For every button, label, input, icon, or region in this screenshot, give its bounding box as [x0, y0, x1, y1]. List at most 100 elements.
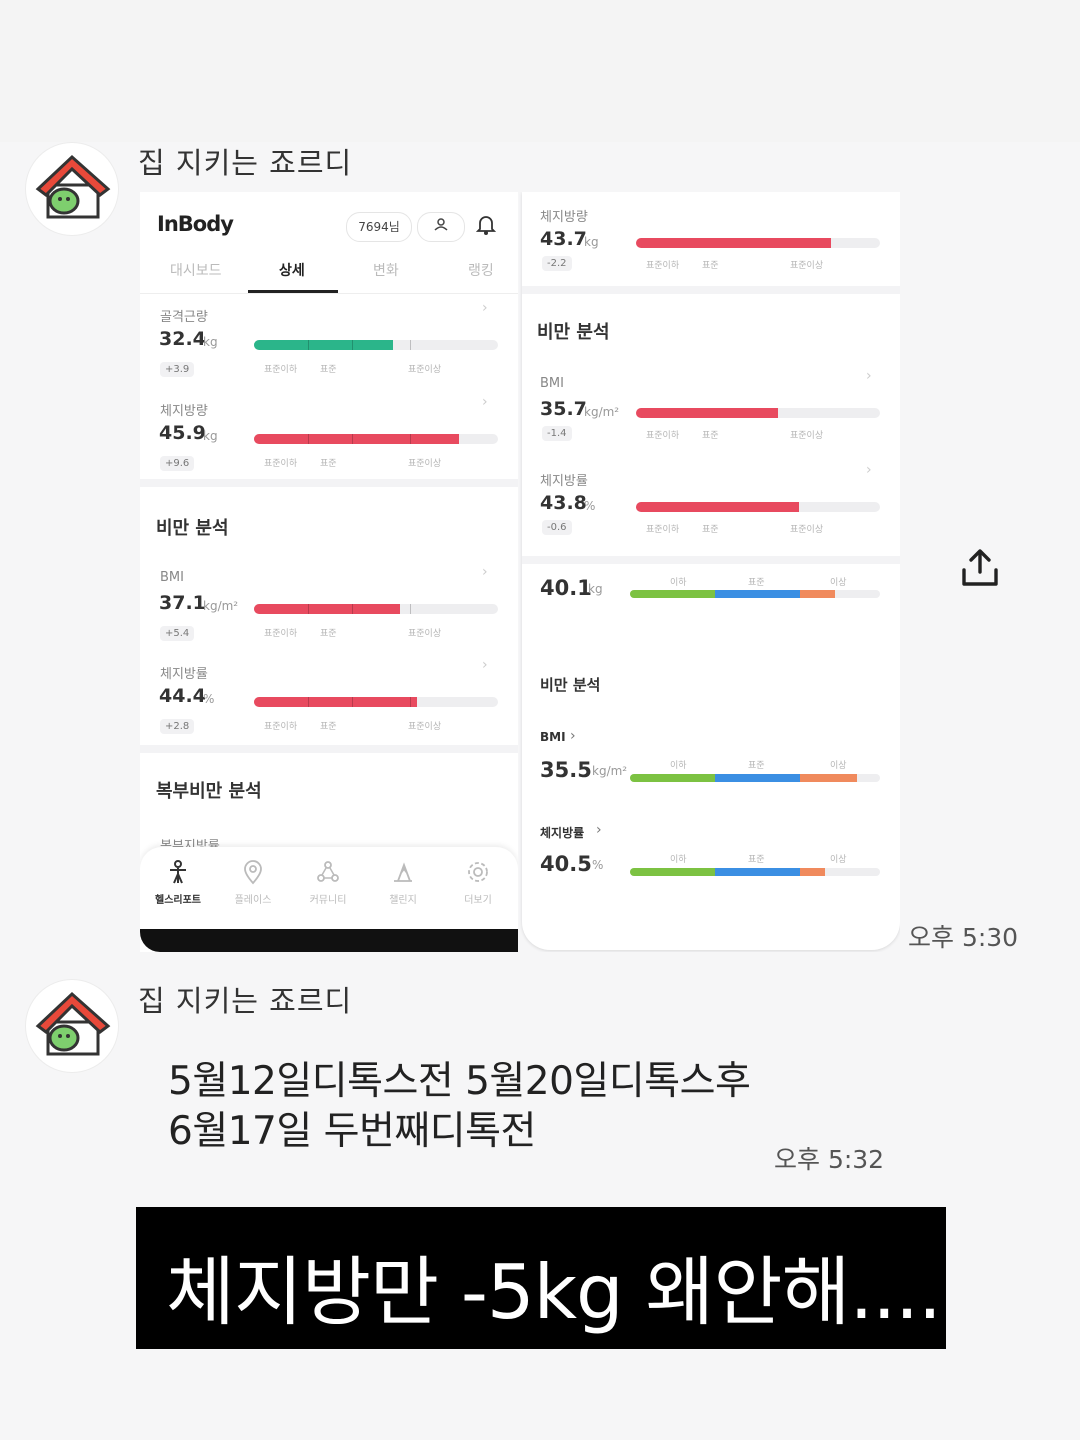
- metric-row[interactable]: 체지방량 43.7 kg -2.2 표준이하 표준 표준이상: [522, 192, 900, 282]
- settings-icon: [448, 859, 508, 887]
- bar-tick: [352, 604, 353, 614]
- metric-row[interactable]: BMI 35.7 kg/m² -1.4 › 표준이하 표준 표준이상: [522, 362, 900, 452]
- metric-bar: [254, 340, 498, 350]
- metric-bar: [636, 502, 880, 512]
- share-icon[interactable]: [960, 548, 1000, 592]
- metric-bar: [254, 434, 498, 444]
- top-band: [0, 0, 1080, 142]
- metric-row[interactable]: 체지방률 43.8% -0.6 › 표준이하 표준 표준이상: [522, 456, 900, 546]
- chevron-right-icon[interactable]: ›: [482, 300, 488, 316]
- metric-label: 골격근량: [160, 310, 208, 325]
- chevron-right-icon[interactable]: ›: [570, 728, 576, 744]
- profile-switch-icon[interactable]: [417, 212, 465, 242]
- chevron-right-icon[interactable]: ›: [482, 657, 488, 673]
- bar-tick: [352, 434, 353, 444]
- metric-row[interactable]: 체지방률 44.4% +2.8 › 표준이하 표준 표준이상: [140, 653, 518, 743]
- bottom-nav-item[interactable]: 더보기: [448, 859, 508, 906]
- range-label: 이상: [830, 761, 847, 771]
- metric-bar-fill: [254, 340, 393, 350]
- section-divider: [140, 479, 518, 487]
- tab-change[interactable]: 변화: [373, 260, 399, 280]
- alt-metric-label[interactable]: BMI: [540, 730, 566, 744]
- inbody-logo: InBody: [157, 212, 234, 236]
- metric-value: 35.7: [540, 398, 587, 420]
- range-label: 표준이상: [408, 459, 442, 469]
- section-title-obesity: 비만 분석: [156, 518, 229, 539]
- metric-bar: [636, 408, 880, 418]
- metric-value: 44.4: [159, 685, 206, 707]
- metric-label: 체지방량: [160, 404, 208, 419]
- segmented-bar: [630, 868, 880, 876]
- metric-row[interactable]: BMI 37.1 kg/m² +5.4 › 표준이하 표준 표준이상: [140, 560, 518, 650]
- system-nav-bar: [140, 929, 518, 952]
- bottom-nav-item[interactable]: 커뮤니티: [298, 859, 358, 906]
- alt-metric-value: 35.5: [540, 758, 592, 782]
- range-label: 표준이하: [264, 722, 298, 732]
- bar-segment: [800, 868, 825, 876]
- sender-name: 집 지키는 죠르디: [138, 146, 353, 180]
- shared-image[interactable]: InBody 7694님 대시보드 상세 변화 랭킹 골격근량 32.4 kg +3.…: [140, 192, 900, 952]
- chevron-right-icon[interactable]: ›: [866, 368, 872, 384]
- alt-metric-label[interactable]: 체지방률: [540, 824, 584, 841]
- metric-label: 체지방률: [160, 667, 208, 682]
- house-character-icon: [35, 154, 111, 219]
- range-label: 표준이상: [408, 365, 442, 375]
- house-character-icon: [35, 991, 111, 1056]
- range-label: 표준: [748, 578, 765, 588]
- metric-bar-fill: [254, 697, 417, 707]
- tab-ranking[interactable]: 랭킹: [468, 260, 494, 280]
- metric-value: 43.8: [540, 492, 587, 514]
- metric-value: 43.7: [540, 228, 587, 250]
- tab-dashboard[interactable]: 대시보드: [170, 260, 222, 280]
- tab-divider: [140, 293, 518, 294]
- caption-box: 체지방만 -5kg 왜안해....: [136, 1207, 946, 1349]
- chevron-right-icon[interactable]: ›: [866, 462, 872, 478]
- metric-row[interactable]: 체지방량 45.9 kg +9.6 › 표준이하 표준 표준이상: [140, 390, 518, 480]
- caption-text: 체지방만 -5kg 왜안해....: [166, 1248, 942, 1336]
- chevron-right-icon[interactable]: ›: [482, 564, 488, 580]
- bar-segment: [630, 868, 715, 876]
- section-title-obesity-right: 비만 분석: [537, 322, 610, 343]
- chevron-right-icon[interactable]: ›: [596, 822, 602, 838]
- alt-metric-unit: %: [592, 858, 604, 872]
- range-label: 표준: [320, 722, 337, 732]
- metric-label: 체지방률: [540, 474, 588, 489]
- chevron-right-icon[interactable]: ›: [482, 394, 488, 410]
- metric-unit: kg/m²: [584, 405, 620, 419]
- bar-tick: [308, 697, 309, 707]
- bell-icon[interactable]: [475, 214, 497, 240]
- metric-row[interactable]: 골격근량 32.4 kg +3.9 › 표준이하 표준 표준이상: [140, 296, 518, 386]
- alt-metric-value: 40.5: [540, 852, 592, 876]
- metric-unit: %: [584, 499, 596, 513]
- bar-tick: [410, 604, 411, 614]
- metric-bar: [636, 238, 880, 248]
- bottom-nav: 헬스리포트 플레이스 커뮤니티 챌린지 더보기: [140, 847, 518, 929]
- bottom-nav-item[interactable]: 플레이스: [223, 859, 283, 906]
- user-chip[interactable]: 7694님: [346, 212, 412, 242]
- bottom-nav-item[interactable]: 헬스리포트: [148, 859, 208, 906]
- metric-unit: kg: [584, 235, 599, 249]
- bar-tick: [308, 434, 309, 444]
- map-pin-icon: [223, 859, 283, 887]
- message-time: 오후 5:32: [774, 1145, 885, 1174]
- sender-avatar[interactable]: [26, 980, 118, 1072]
- range-label: 표준: [702, 261, 719, 271]
- message-line: 6월17일 두번째디톡전: [168, 1109, 536, 1154]
- metric-label: BMI: [540, 376, 564, 391]
- tab-detail[interactable]: 상세: [279, 260, 305, 280]
- range-label: 표준이상: [790, 525, 824, 535]
- range-label: 표준: [320, 365, 337, 375]
- sender-avatar[interactable]: [26, 143, 118, 235]
- metric-value: 37.1: [159, 592, 206, 614]
- bottom-nav-item[interactable]: 챌린지: [373, 859, 433, 906]
- range-label: 표준이상: [790, 431, 824, 441]
- range-label: 표준이하: [646, 525, 680, 535]
- range-label: 표준이하: [264, 365, 298, 375]
- bar-tick: [410, 340, 411, 350]
- community-icon: [298, 859, 358, 887]
- range-label: 표준이상: [790, 261, 824, 271]
- range-label: 표준: [748, 761, 765, 771]
- range-label: 이상: [830, 578, 847, 588]
- metric-label: BMI: [160, 570, 184, 585]
- bottom-nav-label: 더보기: [464, 895, 492, 906]
